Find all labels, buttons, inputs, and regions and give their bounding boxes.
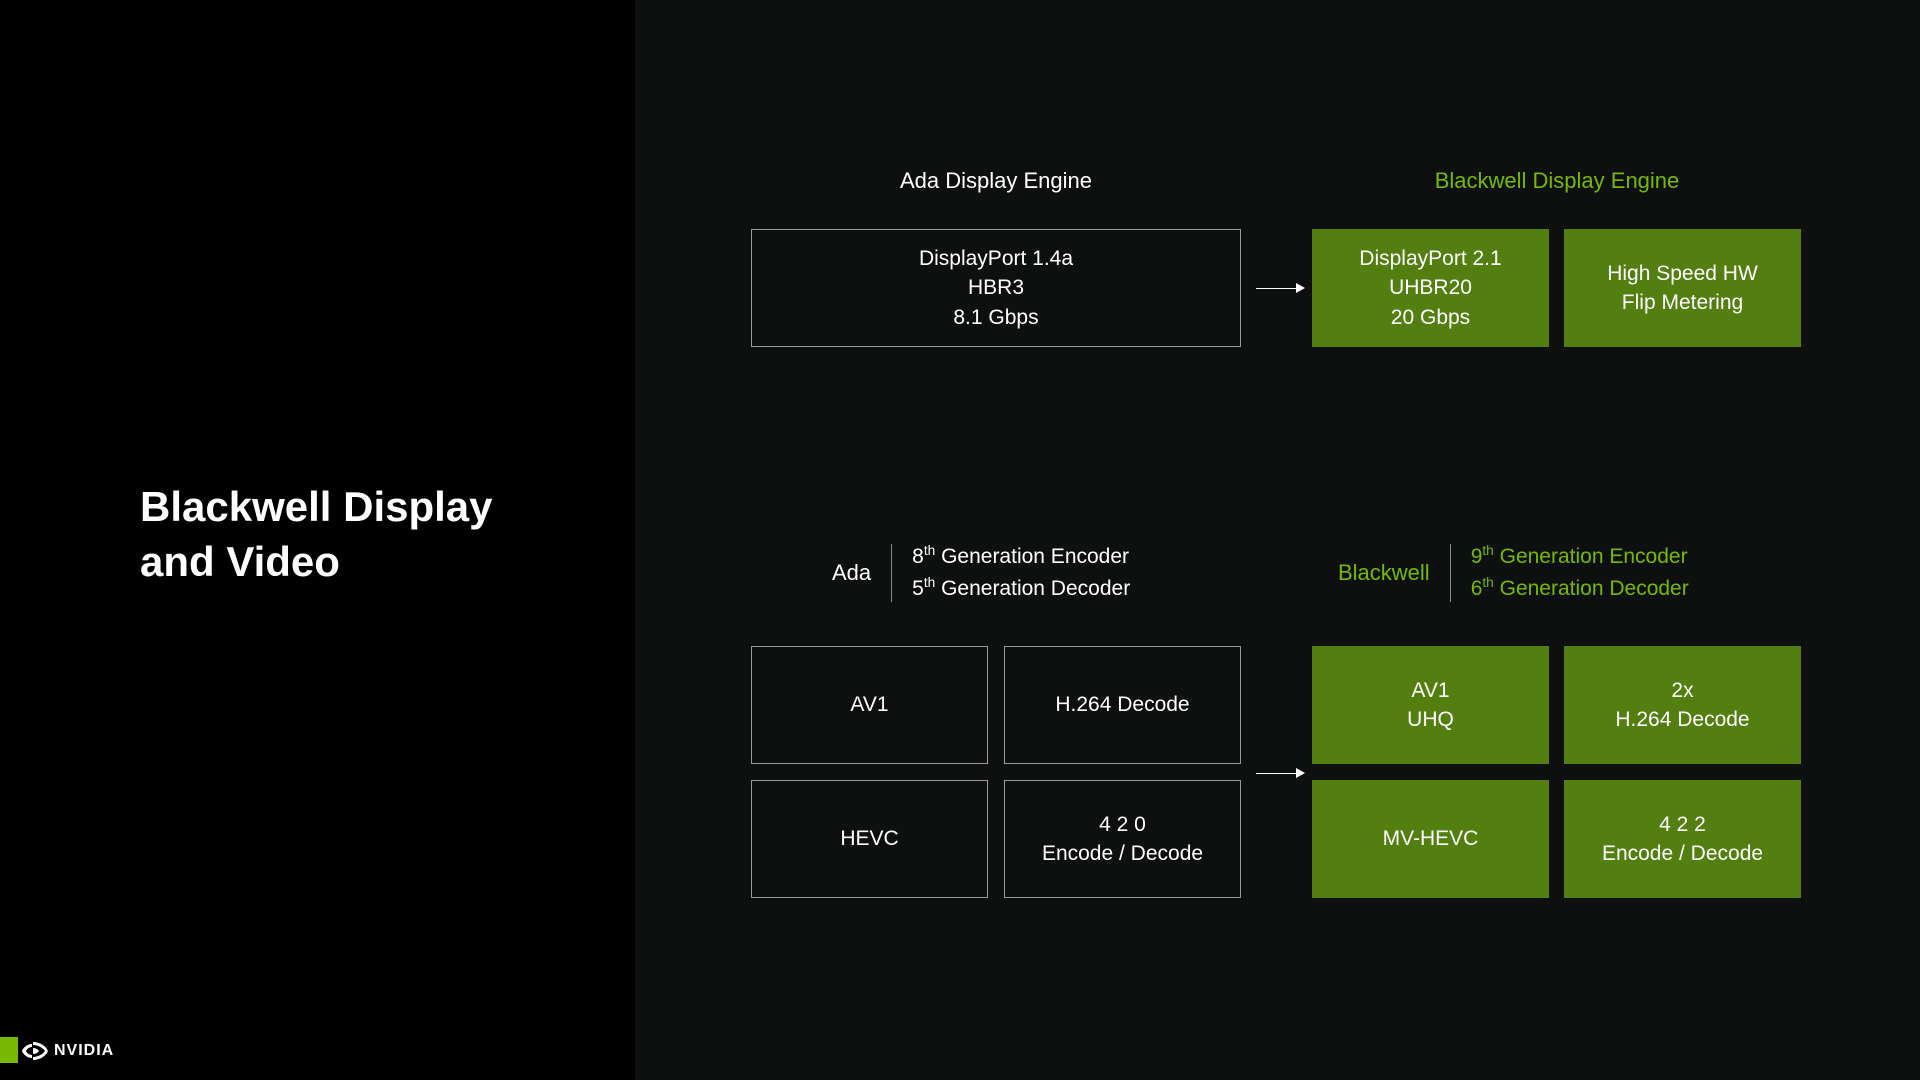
- ada-hevc-box: HEVC: [751, 780, 988, 898]
- codec-label: H.264 Decode: [1055, 690, 1189, 719]
- blackwell-flip-metering-box: High Speed HW Flip Metering: [1564, 229, 1801, 347]
- codec-label-line1: AV1: [1411, 676, 1449, 705]
- blackwell-codec-label-group: Blackwell 9th Generation Encoder 6th Gen…: [1338, 541, 1689, 604]
- codec-label-line1: 2x: [1671, 676, 1693, 705]
- bw-dp-version: DisplayPort 2.1: [1359, 244, 1501, 273]
- blackwell-422-box: 4 2 2 Encode / Decode: [1564, 780, 1801, 898]
- codec-label-line1: 4 2 0: [1099, 810, 1146, 839]
- ada-encoder-gen: 8th Generation Encoder: [912, 541, 1130, 573]
- bw-flip-line1: High Speed HW: [1607, 259, 1758, 288]
- codec-label: AV1: [850, 690, 888, 719]
- ada-av1-box: AV1: [751, 646, 988, 764]
- logo-accent-bar: [0, 1037, 18, 1063]
- bw-encoder-gen: 9th Generation Encoder: [1471, 541, 1689, 573]
- arrow-icon: [1256, 283, 1305, 293]
- slide-title: Blackwell Display and Video: [140, 480, 493, 589]
- ada-displayport-box: DisplayPort 1.4a HBR3 8.1 Gbps: [751, 229, 1241, 347]
- title-line-1: Blackwell Display: [140, 483, 493, 530]
- blackwell-codec-generations: 9th Generation Encoder 6th Generation De…: [1471, 541, 1689, 604]
- ada-dp-version: DisplayPort 1.4a: [919, 244, 1073, 273]
- bw-flip-line2: Flip Metering: [1622, 288, 1743, 317]
- codec-label-line1: 4 2 2: [1659, 810, 1706, 839]
- bw-decoder-gen: 6th Generation Decoder: [1471, 573, 1689, 605]
- right-panel: [635, 0, 1920, 1080]
- logo-text: NVIDIA: [54, 1042, 114, 1060]
- arrow-icon: [1256, 768, 1305, 778]
- title-line-2: and Video: [140, 538, 340, 585]
- ada-dp-speed: 8.1 Gbps: [953, 303, 1038, 332]
- codec-label-line2: H.264 Decode: [1615, 705, 1749, 734]
- codec-label: HEVC: [840, 824, 898, 853]
- codec-label: MV-HEVC: [1383, 824, 1479, 853]
- divider: [891, 544, 892, 602]
- blackwell-displayport-box: DisplayPort 2.1 UHBR20 20 Gbps: [1312, 229, 1549, 347]
- ada-codec-generations: 8th Generation Encoder 5th Generation De…: [912, 541, 1130, 604]
- ada-codec-label-group: Ada 8th Generation Encoder 5th Generatio…: [832, 541, 1130, 604]
- nvidia-logo: NVIDIA: [22, 1042, 114, 1060]
- blackwell-codec-name: Blackwell: [1338, 560, 1430, 586]
- ada-decoder-gen: 5th Generation Decoder: [912, 573, 1130, 605]
- codec-label-line2: UHQ: [1407, 705, 1454, 734]
- blackwell-h264-box: 2x H.264 Decode: [1564, 646, 1801, 764]
- codec-label-line2: Encode / Decode: [1042, 839, 1203, 868]
- blackwell-mvhevc-box: MV-HEVC: [1312, 780, 1549, 898]
- blackwell-av1-box: AV1 UHQ: [1312, 646, 1549, 764]
- ada-h264-box: H.264 Decode: [1004, 646, 1241, 764]
- ada-420-box: 4 2 0 Encode / Decode: [1004, 780, 1241, 898]
- blackwell-display-heading: Blackwell Display Engine: [1312, 168, 1802, 194]
- divider: [1450, 544, 1451, 602]
- codec-label-line2: Encode / Decode: [1602, 839, 1763, 868]
- ada-display-heading: Ada Display Engine: [751, 168, 1241, 194]
- ada-dp-hbr: HBR3: [968, 273, 1024, 302]
- ada-codec-name: Ada: [832, 560, 871, 586]
- bw-dp-speed: 20 Gbps: [1391, 303, 1470, 332]
- bw-dp-uhbr: UHBR20: [1389, 273, 1472, 302]
- nvidia-eye-icon: [22, 1042, 48, 1060]
